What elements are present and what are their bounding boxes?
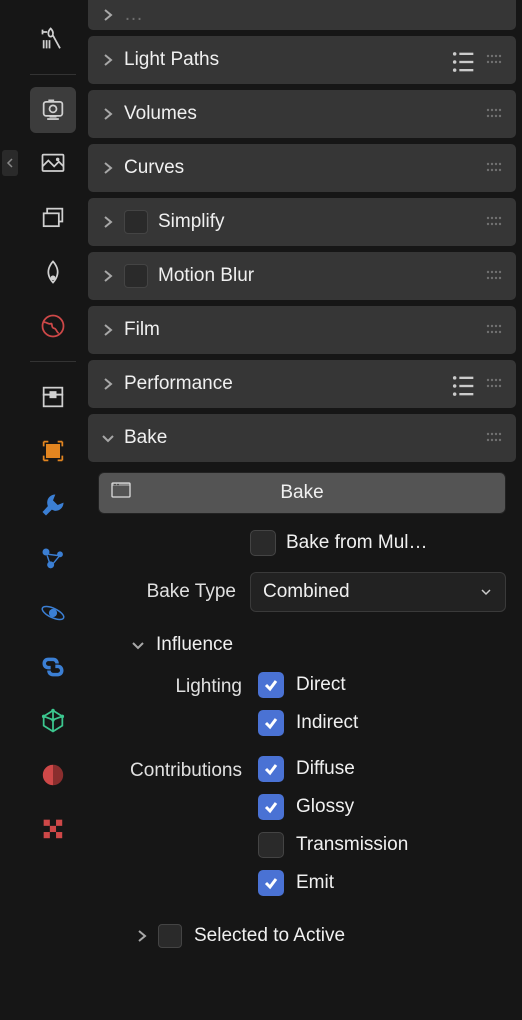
contrib-emit-label: Emit bbox=[296, 872, 334, 894]
selected-to-active-label: Selected to Active bbox=[194, 925, 506, 947]
tab-render[interactable] bbox=[30, 87, 76, 133]
chevron-right-icon bbox=[98, 266, 118, 286]
tab-object[interactable] bbox=[30, 428, 76, 474]
chevron-right-icon bbox=[98, 50, 118, 70]
contrib-transmission-checkbox[interactable] bbox=[258, 832, 284, 858]
panel-label: Performance bbox=[124, 373, 450, 395]
chevron-right-icon bbox=[98, 104, 118, 124]
contrib-emit-checkbox[interactable] bbox=[258, 870, 284, 896]
panel-header-motion-blur[interactable]: Motion Blur bbox=[88, 252, 516, 300]
tab-object-data[interactable] bbox=[30, 698, 76, 744]
tab-modifier[interactable] bbox=[30, 482, 76, 528]
drag-icon[interactable] bbox=[484, 319, 506, 341]
contrib-glossy-label: Glossy bbox=[296, 796, 354, 818]
panel-header-performance[interactable]: Performance bbox=[88, 360, 516, 408]
preset-icon[interactable] bbox=[450, 372, 478, 396]
panel-label: Simplify bbox=[158, 211, 484, 233]
chevron-right-icon bbox=[98, 374, 118, 394]
drag-icon[interactable] bbox=[484, 103, 506, 125]
properties-tabs bbox=[20, 0, 86, 1020]
preset-icon[interactable] bbox=[450, 48, 478, 72]
chevron-right-icon bbox=[98, 320, 118, 340]
contributions-label: Contributions bbox=[98, 756, 258, 782]
panel-body-bake: Bake Bake from Mul… Bake Type Combined I… bbox=[88, 462, 516, 958]
tab-output[interactable] bbox=[30, 141, 76, 187]
drag-icon[interactable] bbox=[484, 211, 506, 233]
drag-icon[interactable] bbox=[484, 49, 506, 71]
tab-world[interactable] bbox=[30, 303, 76, 349]
lighting-direct-checkbox[interactable] bbox=[258, 672, 284, 698]
panel-header-bake[interactable]: Bake bbox=[88, 414, 516, 462]
drag-icon[interactable] bbox=[484, 373, 506, 395]
chevron-down-icon bbox=[98, 428, 118, 448]
panel-label: Curves bbox=[124, 157, 484, 179]
tab-particle[interactable] bbox=[30, 536, 76, 582]
bake-type-label: Bake Type bbox=[98, 581, 250, 603]
panel-enable-checkbox[interactable] bbox=[124, 210, 148, 234]
tab-texture[interactable] bbox=[30, 806, 76, 852]
tab-tool[interactable] bbox=[30, 16, 76, 62]
bake-type-select[interactable]: Combined bbox=[250, 572, 506, 612]
editor-edge bbox=[0, 0, 20, 1020]
influence-label: Influence bbox=[156, 634, 506, 656]
tab-collection[interactable] bbox=[30, 374, 76, 420]
tab-material[interactable] bbox=[30, 752, 76, 798]
drag-icon[interactable] bbox=[484, 265, 506, 287]
contrib-diffuse-label: Diffuse bbox=[296, 758, 355, 780]
tab-physics[interactable] bbox=[30, 590, 76, 636]
lighting-indirect-checkbox[interactable] bbox=[258, 710, 284, 736]
contrib-diffuse-checkbox[interactable] bbox=[258, 756, 284, 782]
contrib-glossy-checkbox[interactable] bbox=[258, 794, 284, 820]
panel-header-light-paths[interactable]: Light Paths bbox=[88, 36, 516, 84]
panel-enable-checkbox[interactable] bbox=[124, 264, 148, 288]
chevron-down-icon bbox=[128, 635, 148, 655]
lighting-indirect-label: Indirect bbox=[296, 712, 358, 734]
panel-label: Film bbox=[124, 319, 484, 341]
panel-label: Light Paths bbox=[124, 49, 450, 71]
subpanel-header-selected-to-active[interactable]: Selected to Active bbox=[98, 908, 506, 948]
bake-from-multires-label: Bake from Mul… bbox=[286, 532, 427, 554]
drag-icon[interactable] bbox=[484, 427, 506, 449]
lighting-label: Lighting bbox=[98, 672, 258, 698]
chevron-right-icon bbox=[132, 926, 152, 946]
panel-partial-top[interactable]: … bbox=[88, 0, 516, 30]
panel-label: Motion Blur bbox=[158, 265, 484, 287]
bake-type-value: Combined bbox=[263, 581, 479, 603]
region-toggle[interactable] bbox=[2, 150, 18, 176]
bake-button-label: Bake bbox=[280, 482, 323, 504]
subpanel-header-influence[interactable]: Influence bbox=[98, 618, 506, 668]
panel-header-volumes[interactable]: Volumes bbox=[88, 90, 516, 138]
contrib-transmission-label: Transmission bbox=[296, 834, 408, 856]
image-icon bbox=[109, 478, 133, 508]
selected-to-active-checkbox[interactable] bbox=[158, 924, 182, 948]
panel-label: Bake bbox=[124, 427, 506, 449]
tab-view-layer[interactable] bbox=[30, 195, 76, 241]
properties-main: … Light Paths Volumes Curves Simplify Motion… bbox=[86, 0, 522, 1020]
panel-header-simplify[interactable]: Simplify bbox=[88, 198, 516, 246]
drag-icon[interactable] bbox=[484, 157, 506, 179]
panel-label: Volumes bbox=[124, 103, 484, 125]
chevron-right-icon bbox=[98, 158, 118, 178]
bake-from-multires-checkbox[interactable] bbox=[250, 530, 276, 556]
panel-header-curves[interactable]: Curves bbox=[88, 144, 516, 192]
lighting-direct-label: Direct bbox=[296, 674, 346, 696]
tab-constraint[interactable] bbox=[30, 644, 76, 690]
bake-button[interactable]: Bake bbox=[98, 472, 506, 514]
chevron-right-icon bbox=[98, 212, 118, 232]
panel-header-film[interactable]: Film bbox=[88, 306, 516, 354]
tab-scene[interactable] bbox=[30, 249, 76, 295]
